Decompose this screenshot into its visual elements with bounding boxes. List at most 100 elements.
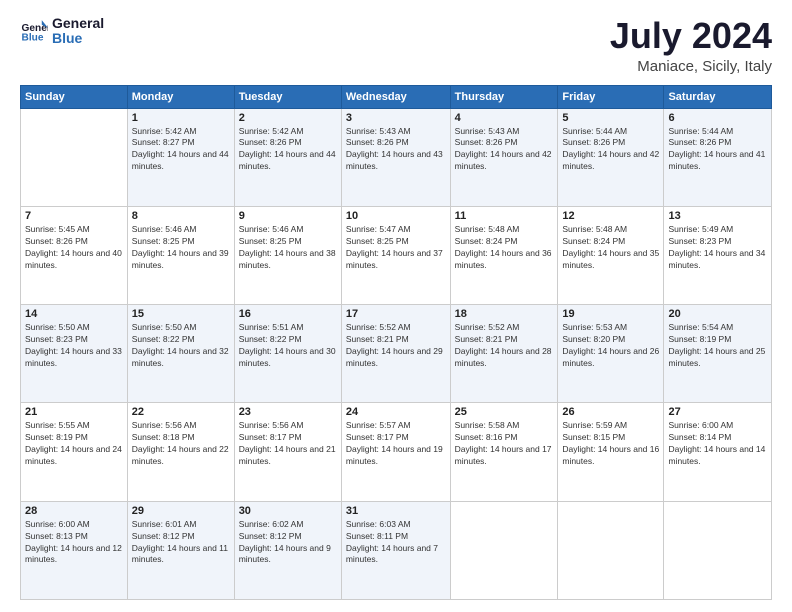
header-tuesday: Tuesday xyxy=(234,85,341,108)
calendar-cell: 31 Sunrise: 6:03 AMSunset: 8:11 PMDaylig… xyxy=(341,501,450,599)
day-number: 4 xyxy=(455,112,554,124)
calendar-cell xyxy=(21,108,128,206)
calendar-cell: 13 Sunrise: 5:49 AMSunset: 8:23 PMDaylig… xyxy=(664,206,772,304)
day-number: 24 xyxy=(346,406,446,418)
calendar-cell: 23 Sunrise: 5:56 AMSunset: 8:17 PMDaylig… xyxy=(234,403,341,501)
calendar-cell: 6 Sunrise: 5:44 AMSunset: 8:26 PMDayligh… xyxy=(664,108,772,206)
day-info: Sunrise: 5:52 AMSunset: 8:21 PMDaylight:… xyxy=(346,322,443,368)
day-number: 15 xyxy=(132,308,230,320)
calendar-cell: 29 Sunrise: 6:01 AMSunset: 8:12 PMDaylig… xyxy=(127,501,234,599)
day-info: Sunrise: 5:44 AMSunset: 8:26 PMDaylight:… xyxy=(562,126,659,172)
day-info: Sunrise: 6:02 AMSunset: 8:12 PMDaylight:… xyxy=(239,519,331,565)
day-number: 27 xyxy=(668,406,767,418)
day-info: Sunrise: 5:53 AMSunset: 8:20 PMDaylight:… xyxy=(562,322,659,368)
day-info: Sunrise: 5:42 AMSunset: 8:27 PMDaylight:… xyxy=(132,126,229,172)
day-number: 19 xyxy=(562,308,659,320)
calendar-cell: 30 Sunrise: 6:02 AMSunset: 8:12 PMDaylig… xyxy=(234,501,341,599)
calendar-subtitle: Maniace, Sicily, Italy xyxy=(610,58,772,75)
day-info: Sunrise: 6:03 AMSunset: 8:11 PMDaylight:… xyxy=(346,519,438,565)
calendar-cell: 14 Sunrise: 5:50 AMSunset: 8:23 PMDaylig… xyxy=(21,305,128,403)
calendar-cell: 16 Sunrise: 5:51 AMSunset: 8:22 PMDaylig… xyxy=(234,305,341,403)
calendar-cell: 24 Sunrise: 5:57 AMSunset: 8:17 PMDaylig… xyxy=(341,403,450,501)
day-number: 28 xyxy=(25,505,123,517)
day-number: 14 xyxy=(25,308,123,320)
day-number: 8 xyxy=(132,210,230,222)
logo: General Blue General Blue xyxy=(20,16,104,47)
title-block: July 2024 Maniace, Sicily, Italy xyxy=(610,16,772,75)
day-info: Sunrise: 5:48 AMSunset: 8:24 PMDaylight:… xyxy=(562,224,659,270)
day-info: Sunrise: 5:49 AMSunset: 8:23 PMDaylight:… xyxy=(668,224,765,270)
day-number: 5 xyxy=(562,112,659,124)
calendar-cell xyxy=(664,501,772,599)
day-number: 9 xyxy=(239,210,337,222)
day-info: Sunrise: 5:43 AMSunset: 8:26 PMDaylight:… xyxy=(455,126,552,172)
day-info: Sunrise: 6:00 AMSunset: 8:13 PMDaylight:… xyxy=(25,519,122,565)
day-info: Sunrise: 5:44 AMSunset: 8:26 PMDaylight:… xyxy=(668,126,765,172)
calendar-title: July 2024 xyxy=(610,16,772,56)
day-number: 21 xyxy=(25,406,123,418)
day-number: 16 xyxy=(239,308,337,320)
day-number: 7 xyxy=(25,210,123,222)
day-info: Sunrise: 5:57 AMSunset: 8:17 PMDaylight:… xyxy=(346,420,443,466)
calendar-cell: 5 Sunrise: 5:44 AMSunset: 8:26 PMDayligh… xyxy=(558,108,664,206)
calendar-cell xyxy=(558,501,664,599)
day-number: 22 xyxy=(132,406,230,418)
calendar-cell: 9 Sunrise: 5:46 AMSunset: 8:25 PMDayligh… xyxy=(234,206,341,304)
day-info: Sunrise: 6:00 AMSunset: 8:14 PMDaylight:… xyxy=(668,420,765,466)
calendar-table: Sunday Monday Tuesday Wednesday Thursday… xyxy=(20,85,772,600)
header-thursday: Thursday xyxy=(450,85,558,108)
calendar-cell: 18 Sunrise: 5:52 AMSunset: 8:21 PMDaylig… xyxy=(450,305,558,403)
day-number: 1 xyxy=(132,112,230,124)
day-info: Sunrise: 5:47 AMSunset: 8:25 PMDaylight:… xyxy=(346,224,443,270)
day-info: Sunrise: 5:59 AMSunset: 8:15 PMDaylight:… xyxy=(562,420,659,466)
logo-general: General xyxy=(52,16,104,31)
day-number: 31 xyxy=(346,505,446,517)
day-info: Sunrise: 5:54 AMSunset: 8:19 PMDaylight:… xyxy=(668,322,765,368)
logo-blue: Blue xyxy=(52,31,104,46)
day-info: Sunrise: 5:50 AMSunset: 8:23 PMDaylight:… xyxy=(25,322,122,368)
day-number: 25 xyxy=(455,406,554,418)
calendar-cell: 4 Sunrise: 5:43 AMSunset: 8:26 PMDayligh… xyxy=(450,108,558,206)
calendar-cell: 25 Sunrise: 5:58 AMSunset: 8:16 PMDaylig… xyxy=(450,403,558,501)
calendar-cell: 19 Sunrise: 5:53 AMSunset: 8:20 PMDaylig… xyxy=(558,305,664,403)
page-header: General Blue General Blue July 2024 Mani… xyxy=(20,16,772,75)
calendar-cell: 10 Sunrise: 5:47 AMSunset: 8:25 PMDaylig… xyxy=(341,206,450,304)
header-wednesday: Wednesday xyxy=(341,85,450,108)
day-number: 6 xyxy=(668,112,767,124)
calendar-cell: 1 Sunrise: 5:42 AMSunset: 8:27 PMDayligh… xyxy=(127,108,234,206)
day-info: Sunrise: 5:46 AMSunset: 8:25 PMDaylight:… xyxy=(132,224,229,270)
day-number: 26 xyxy=(562,406,659,418)
day-number: 12 xyxy=(562,210,659,222)
calendar-cell: 17 Sunrise: 5:52 AMSunset: 8:21 PMDaylig… xyxy=(341,305,450,403)
calendar-cell: 15 Sunrise: 5:50 AMSunset: 8:22 PMDaylig… xyxy=(127,305,234,403)
day-info: Sunrise: 5:58 AMSunset: 8:16 PMDaylight:… xyxy=(455,420,552,466)
day-info: Sunrise: 5:56 AMSunset: 8:17 PMDaylight:… xyxy=(239,420,336,466)
day-number: 2 xyxy=(239,112,337,124)
calendar-header-row: Sunday Monday Tuesday Wednesday Thursday… xyxy=(21,85,772,108)
calendar-week-row: 21 Sunrise: 5:55 AMSunset: 8:19 PMDaylig… xyxy=(21,403,772,501)
day-info: Sunrise: 5:55 AMSunset: 8:19 PMDaylight:… xyxy=(25,420,122,466)
day-number: 3 xyxy=(346,112,446,124)
logo-icon: General Blue xyxy=(20,17,48,45)
calendar-cell: 2 Sunrise: 5:42 AMSunset: 8:26 PMDayligh… xyxy=(234,108,341,206)
day-info: Sunrise: 5:50 AMSunset: 8:22 PMDaylight:… xyxy=(132,322,229,368)
day-number: 10 xyxy=(346,210,446,222)
calendar-cell: 8 Sunrise: 5:46 AMSunset: 8:25 PMDayligh… xyxy=(127,206,234,304)
calendar-week-row: 7 Sunrise: 5:45 AMSunset: 8:26 PMDayligh… xyxy=(21,206,772,304)
day-number: 17 xyxy=(346,308,446,320)
header-friday: Friday xyxy=(558,85,664,108)
calendar-cell xyxy=(450,501,558,599)
calendar-cell: 7 Sunrise: 5:45 AMSunset: 8:26 PMDayligh… xyxy=(21,206,128,304)
header-monday: Monday xyxy=(127,85,234,108)
day-info: Sunrise: 5:43 AMSunset: 8:26 PMDaylight:… xyxy=(346,126,443,172)
day-number: 11 xyxy=(455,210,554,222)
day-number: 23 xyxy=(239,406,337,418)
calendar-cell: 28 Sunrise: 6:00 AMSunset: 8:13 PMDaylig… xyxy=(21,501,128,599)
calendar-cell: 3 Sunrise: 5:43 AMSunset: 8:26 PMDayligh… xyxy=(341,108,450,206)
day-info: Sunrise: 5:42 AMSunset: 8:26 PMDaylight:… xyxy=(239,126,336,172)
calendar-cell: 26 Sunrise: 5:59 AMSunset: 8:15 PMDaylig… xyxy=(558,403,664,501)
calendar-week-row: 1 Sunrise: 5:42 AMSunset: 8:27 PMDayligh… xyxy=(21,108,772,206)
svg-text:Blue: Blue xyxy=(22,33,44,44)
calendar-week-row: 28 Sunrise: 6:00 AMSunset: 8:13 PMDaylig… xyxy=(21,501,772,599)
day-info: Sunrise: 5:45 AMSunset: 8:26 PMDaylight:… xyxy=(25,224,122,270)
